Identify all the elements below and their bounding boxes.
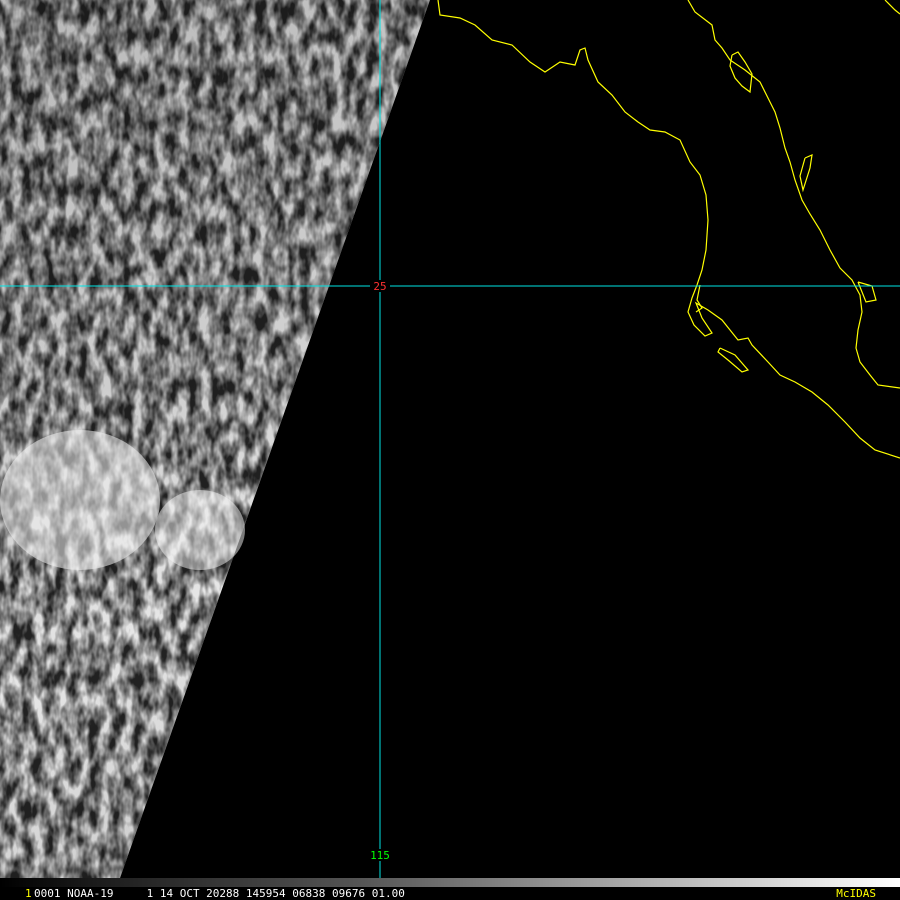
image-info: 0001 NOAA-19 1 14 OCT 20288 145954 06838… bbox=[34, 887, 405, 900]
longitude-label: 115 bbox=[370, 849, 390, 862]
status-bar: 1 0001 NOAA-19 1 14 OCT 20288 145954 068… bbox=[0, 878, 900, 900]
mcidas-brand: McIDAS bbox=[836, 887, 876, 900]
satellite-map: 25 115 bbox=[0, 0, 900, 878]
frame-number: 1 bbox=[25, 887, 32, 900]
status-text-line: 1 0001 NOAA-19 1 14 OCT 20288 145954 068… bbox=[0, 887, 900, 900]
latitude-label: 25 bbox=[373, 280, 386, 293]
